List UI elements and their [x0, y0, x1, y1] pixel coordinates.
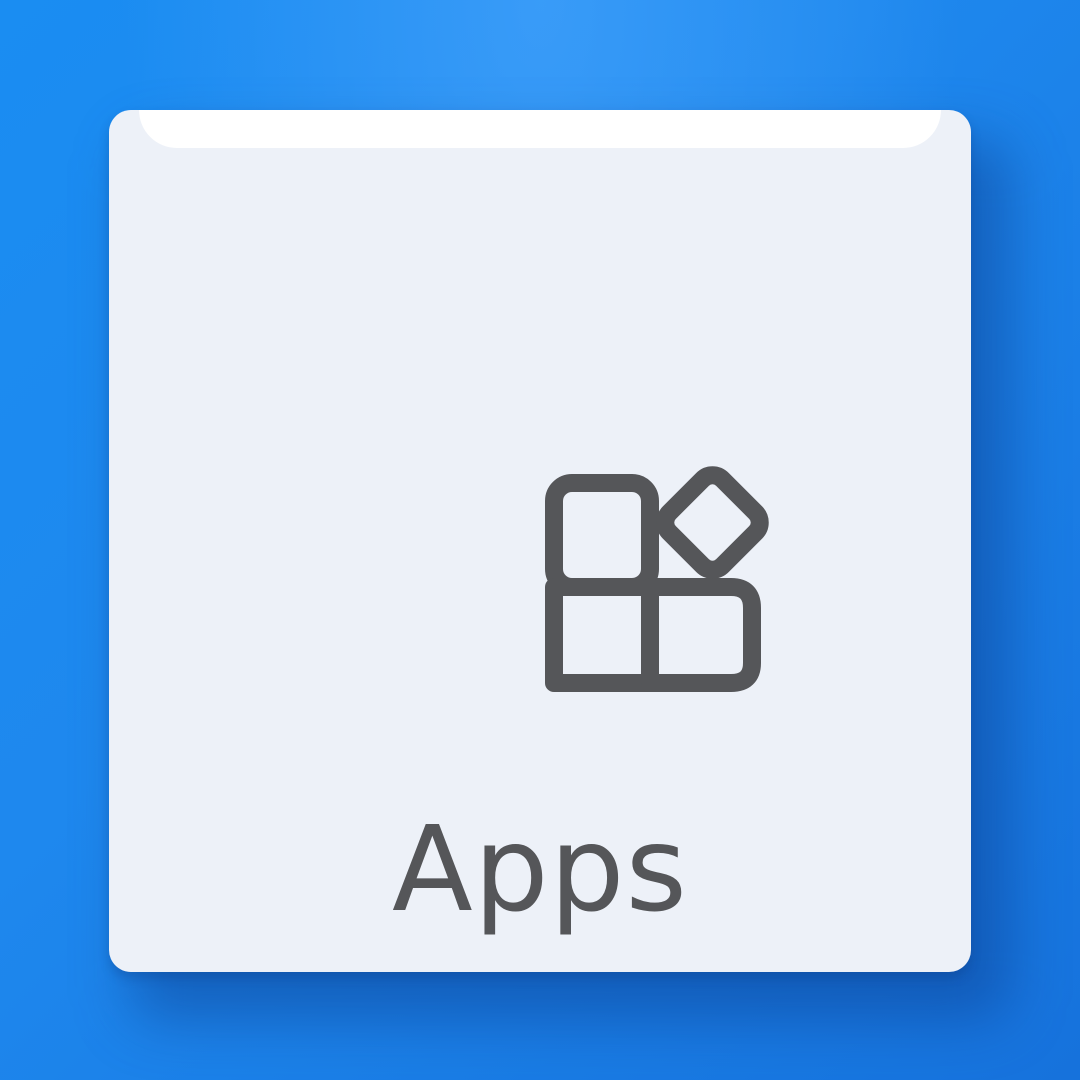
desktop-background: { "tile": { "label": "Apps", "icon": "ap…: [0, 0, 1080, 1080]
apps-icon: [535, 450, 785, 700]
tile-label: Apps: [391, 800, 688, 938]
tile-highlight: [139, 110, 941, 148]
apps-tile[interactable]: Apps: [109, 110, 971, 972]
